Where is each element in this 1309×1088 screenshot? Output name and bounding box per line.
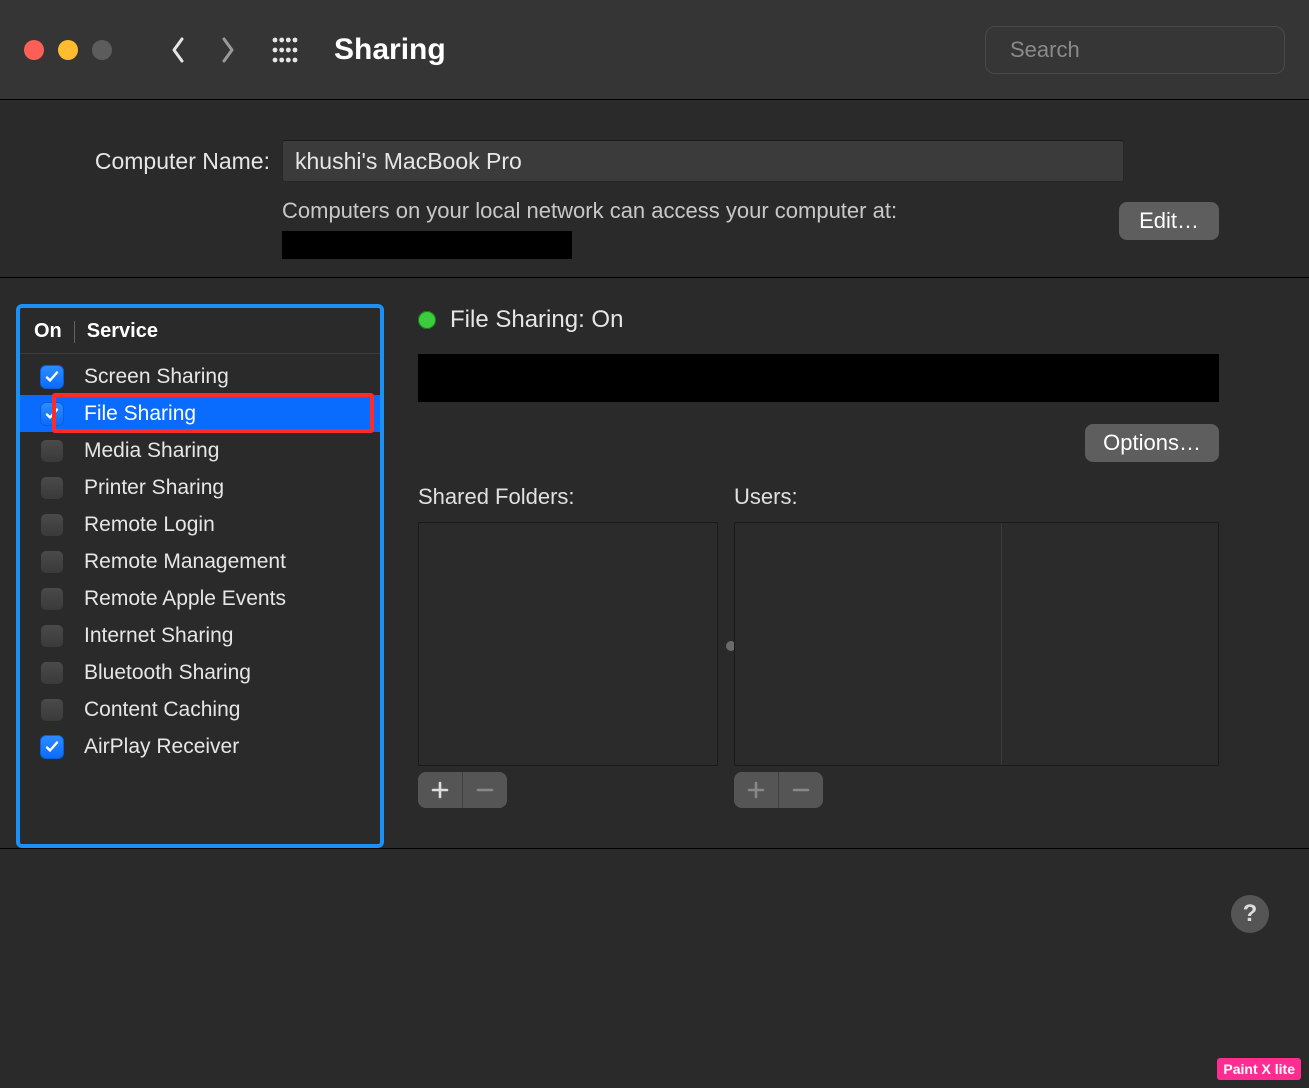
search-input[interactable] — [1010, 37, 1298, 63]
address-redacted — [418, 354, 1219, 402]
services-header: On Service — [20, 308, 380, 354]
service-checkbox[interactable] — [40, 402, 64, 426]
users-column: Users: — [734, 484, 1219, 808]
computer-name-subtext: Computers on your local network can acce… — [282, 196, 897, 259]
remove-folder-button[interactable] — [463, 772, 507, 808]
users-buttons — [734, 772, 823, 808]
service-row[interactable]: Remote Apple Events — [20, 580, 380, 617]
service-label: Remote Login — [84, 513, 380, 537]
chevron-left-icon — [170, 36, 186, 64]
shared-folders-label: Shared Folders: — [418, 484, 718, 510]
service-row[interactable]: Media Sharing — [20, 432, 380, 469]
service-checkbox[interactable] — [40, 735, 64, 759]
close-window-button[interactable] — [24, 40, 44, 60]
service-label: AirPlay Receiver — [84, 735, 380, 759]
service-label: Internet Sharing — [84, 624, 380, 648]
computer-name-section: Computer Name: Computers on your local n… — [0, 100, 1309, 278]
service-row[interactable]: Remote Login — [20, 506, 380, 543]
status-text: File Sharing: On — [450, 306, 623, 334]
service-row[interactable]: Content Caching — [20, 691, 380, 728]
service-checkbox[interactable] — [40, 550, 64, 574]
service-checkbox[interactable] — [40, 624, 64, 648]
service-label: File Sharing — [84, 402, 380, 426]
hostname-redacted — [282, 231, 572, 259]
edit-hostname-button[interactable]: Edit… — [1119, 202, 1219, 240]
watermark-badge: Paint X lite — [1217, 1058, 1301, 1080]
service-label: Printer Sharing — [84, 476, 380, 500]
back-button[interactable] — [164, 30, 192, 70]
show-all-button[interactable] — [270, 35, 300, 65]
service-checkbox[interactable] — [40, 476, 64, 500]
status-indicator-icon — [418, 311, 436, 329]
apps-grid-icon — [272, 37, 298, 63]
shared-folders-buttons — [418, 772, 507, 808]
service-label: Remote Apple Events — [84, 587, 380, 611]
service-row[interactable]: AirPlay Receiver — [20, 728, 380, 765]
add-user-button[interactable] — [734, 772, 778, 808]
shared-folders-column: Shared Folders: — [418, 484, 718, 808]
minus-icon — [792, 781, 810, 799]
main-content: On Service Screen Sharing File Sharing Med… — [0, 278, 1309, 848]
computer-name-subtext-text: Computers on your local network can acce… — [282, 198, 897, 223]
window-controls — [24, 40, 112, 60]
service-checkbox[interactable] — [40, 698, 64, 722]
service-label: Bluetooth Sharing — [84, 661, 380, 685]
service-label: Media Sharing — [84, 439, 380, 463]
service-checkbox[interactable] — [40, 365, 64, 389]
service-label: Screen Sharing — [84, 365, 380, 389]
plus-icon — [747, 781, 765, 799]
footer: ? Paint X lite — [0, 848, 1309, 1088]
detail-panel: File Sharing: On Options… Shared Folders… — [418, 304, 1219, 848]
service-checkbox[interactable] — [40, 439, 64, 463]
minus-icon — [476, 781, 494, 799]
service-checkbox[interactable] — [40, 661, 64, 685]
add-folder-button[interactable] — [418, 772, 462, 808]
header-divider — [74, 321, 75, 343]
page-title: Sharing — [334, 33, 446, 67]
forward-button[interactable] — [214, 30, 242, 70]
titlebar: Sharing — [0, 0, 1309, 100]
service-row[interactable]: Remote Management — [20, 543, 380, 580]
service-label: Remote Management — [84, 550, 380, 574]
computer-name-label: Computer Name: — [70, 148, 270, 175]
services-header-on: On — [34, 320, 62, 343]
service-row[interactable]: Printer Sharing — [20, 469, 380, 506]
service-row[interactable]: Screen Sharing — [20, 358, 380, 395]
services-list: Screen Sharing File Sharing Media Sharing P… — [20, 354, 380, 765]
status-row: File Sharing: On — [418, 304, 1219, 334]
service-row[interactable]: File Sharing — [20, 395, 380, 432]
minimize-window-button[interactable] — [58, 40, 78, 60]
maximize-window-button[interactable] — [92, 40, 112, 60]
service-checkbox[interactable] — [40, 587, 64, 611]
shared-folders-list[interactable] — [418, 522, 718, 766]
service-checkbox[interactable] — [40, 513, 64, 537]
users-label: Users: — [734, 484, 1219, 510]
services-panel: On Service Screen Sharing File Sharing Med… — [16, 304, 384, 848]
plus-icon — [431, 781, 449, 799]
help-button[interactable]: ? — [1231, 895, 1269, 933]
computer-name-input[interactable] — [282, 140, 1124, 182]
remove-user-button[interactable] — [779, 772, 823, 808]
service-row[interactable]: Internet Sharing — [20, 617, 380, 654]
service-label: Content Caching — [84, 698, 380, 722]
options-button[interactable]: Options… — [1085, 424, 1219, 462]
services-header-service: Service — [87, 320, 158, 343]
service-row[interactable]: Bluetooth Sharing — [20, 654, 380, 691]
users-list[interactable] — [734, 522, 1219, 766]
search-field[interactable] — [985, 26, 1285, 74]
chevron-right-icon — [220, 36, 236, 64]
